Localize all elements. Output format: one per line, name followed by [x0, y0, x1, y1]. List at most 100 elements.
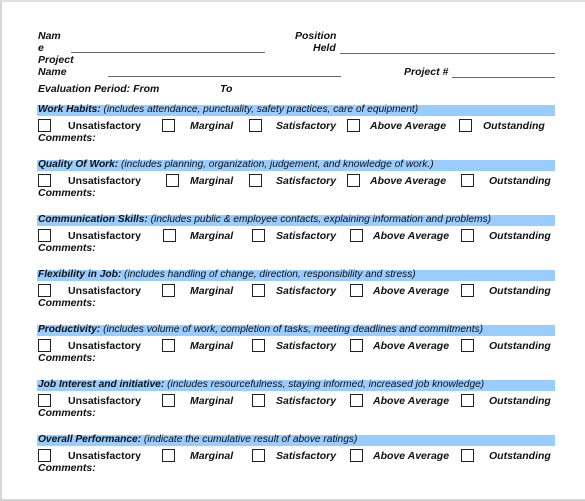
marginal-label: Marginal: [190, 230, 234, 242]
section-title: Quality Of Work:: [38, 159, 119, 170]
satisfactory-checkbox[interactable]: [249, 174, 262, 187]
marginal-checkbox[interactable]: [162, 339, 175, 352]
section-description: (includes attendance, punctuality, safet…: [100, 104, 419, 115]
unsatisfactory-checkbox[interactable]: [38, 229, 51, 242]
project-name-input-line[interactable]: [108, 76, 341, 77]
comments-label: Comments:: [38, 297, 96, 309]
unsatisfactory-label: Unsatisfactory: [68, 395, 141, 407]
section-header: Overall Performance: (indicate the cumul…: [38, 434, 357, 446]
outstanding-checkbox[interactable]: [461, 229, 474, 242]
satisfactory-checkbox[interactable]: [252, 229, 265, 242]
unsatisfactory-label: Unsatisfactory: [68, 120, 141, 132]
satisfactory-checkbox[interactable]: [252, 394, 265, 407]
project-number-input-line[interactable]: [452, 77, 555, 78]
evaluation-section-4: Flexibility in Job: (includes handling o…: [0, 269, 585, 326]
evaluation-section-3: Communication Skills: (includes public &…: [0, 214, 585, 271]
unsatisfactory-checkbox[interactable]: [38, 284, 51, 297]
outstanding-label: Outstanding: [489, 175, 551, 187]
above-average-checkbox[interactable]: [350, 229, 363, 242]
name-label: Nam: [38, 30, 61, 42]
section-description: (includes handling of change, direction,…: [121, 269, 416, 280]
name-input-line[interactable]: [71, 52, 265, 53]
satisfactory-label: Satisfactory: [276, 395, 337, 407]
evaluation-section-7: Overall Performance: (indicate the cumul…: [0, 434, 585, 491]
above-average-checkbox[interactable]: [350, 394, 363, 407]
section-header: Job Interest and initiative: (includes r…: [38, 379, 484, 391]
satisfactory-label: Satisfactory: [276, 450, 337, 462]
above-average-checkbox[interactable]: [347, 119, 360, 132]
marginal-checkbox[interactable]: [162, 119, 175, 132]
marginal-label: Marginal: [190, 340, 234, 352]
outstanding-checkbox[interactable]: [461, 394, 474, 407]
position-label: Position: [295, 30, 337, 42]
comments-label: Comments:: [38, 242, 96, 254]
evaluation-section-2: Quality Of Work: (includes planning, org…: [0, 159, 585, 216]
project-name-label-wrap: Name: [38, 66, 67, 78]
marginal-label: Marginal: [190, 450, 234, 462]
above-average-label: Above Average: [373, 450, 450, 462]
unsatisfactory-label: Unsatisfactory: [68, 340, 141, 352]
unsatisfactory-label: Unsatisfactory: [68, 285, 141, 297]
evaluation-section-1: Work Habits: (includes attendance, punct…: [0, 104, 585, 161]
satisfactory-label: Satisfactory: [276, 340, 337, 352]
satisfactory-checkbox[interactable]: [252, 449, 265, 462]
comments-label: Comments:: [38, 407, 96, 419]
above-average-checkbox[interactable]: [350, 339, 363, 352]
marginal-label: Marginal: [190, 395, 234, 407]
section-description: (includes resourcefulness, staying infor…: [164, 379, 485, 390]
project-name-label: Project: [38, 54, 74, 66]
satisfactory-checkbox[interactable]: [252, 284, 265, 297]
above-average-label: Above Average: [373, 395, 450, 407]
evaluation-section-5: Productivity: (includes volume of work, …: [0, 324, 585, 381]
marginal-checkbox[interactable]: [163, 229, 176, 242]
satisfactory-checkbox[interactable]: [249, 119, 262, 132]
outstanding-checkbox[interactable]: [461, 174, 474, 187]
comments-label: Comments:: [38, 352, 96, 364]
above-average-checkbox[interactable]: [350, 284, 363, 297]
unsatisfactory-label: Unsatisfactory: [68, 175, 141, 187]
section-header: Flexibility in Job: (includes handling o…: [38, 269, 416, 281]
outstanding-label: Outstanding: [489, 450, 551, 462]
evaluation-period-from-label: Evaluation Period: From: [38, 83, 160, 95]
unsatisfactory-label: Unsatisfactory: [68, 450, 141, 462]
marginal-label: Marginal: [190, 120, 234, 132]
section-description: (includes public & employee contacts, ex…: [147, 214, 491, 225]
section-title: Productivity:: [38, 324, 101, 335]
unsatisfactory-checkbox[interactable]: [38, 449, 51, 462]
above-average-checkbox[interactable]: [350, 449, 363, 462]
outstanding-checkbox[interactable]: [461, 339, 474, 352]
outstanding-checkbox[interactable]: [461, 284, 474, 297]
outstanding-label: Outstanding: [489, 395, 551, 407]
section-header: Productivity: (includes volume of work, …: [38, 324, 483, 336]
unsatisfactory-checkbox[interactable]: [38, 339, 51, 352]
satisfactory-label: Satisfactory: [276, 120, 337, 132]
satisfactory-label: Satisfactory: [276, 230, 337, 242]
above-average-label: Above Average: [373, 340, 450, 352]
section-title: Work Habits:: [38, 104, 101, 115]
above-average-checkbox[interactable]: [347, 174, 360, 187]
evaluation-section-6: Job Interest and initiative: (includes r…: [0, 379, 585, 436]
outstanding-label: Outstanding: [489, 285, 551, 297]
comments-label: Comments:: [38, 187, 96, 199]
name-label-wrap: e: [38, 42, 44, 54]
marginal-checkbox[interactable]: [162, 284, 175, 297]
satisfactory-label: Satisfactory: [276, 285, 337, 297]
section-header: Work Habits: (includes attendance, punct…: [38, 104, 418, 116]
section-title: Job Interest and initiative:: [38, 379, 165, 390]
satisfactory-checkbox[interactable]: [252, 339, 265, 352]
outstanding-checkbox[interactable]: [459, 119, 472, 132]
unsatisfactory-checkbox[interactable]: [38, 119, 51, 132]
position-input-line[interactable]: [340, 53, 555, 54]
marginal-checkbox[interactable]: [166, 174, 179, 187]
project-number-label: Project #: [404, 66, 449, 78]
unsatisfactory-label: Unsatisfactory: [68, 230, 141, 242]
comments-label: Comments:: [38, 462, 96, 474]
unsatisfactory-checkbox[interactable]: [38, 174, 51, 187]
section-title: Overall Performance:: [38, 434, 142, 445]
marginal-checkbox[interactable]: [162, 394, 175, 407]
marginal-checkbox[interactable]: [162, 449, 175, 462]
outstanding-checkbox[interactable]: [461, 449, 474, 462]
unsatisfactory-checkbox[interactable]: [38, 394, 51, 407]
section-description: (includes planning, organization, judgem…: [118, 159, 434, 170]
section-header: Communication Skills: (includes public &…: [38, 214, 491, 226]
